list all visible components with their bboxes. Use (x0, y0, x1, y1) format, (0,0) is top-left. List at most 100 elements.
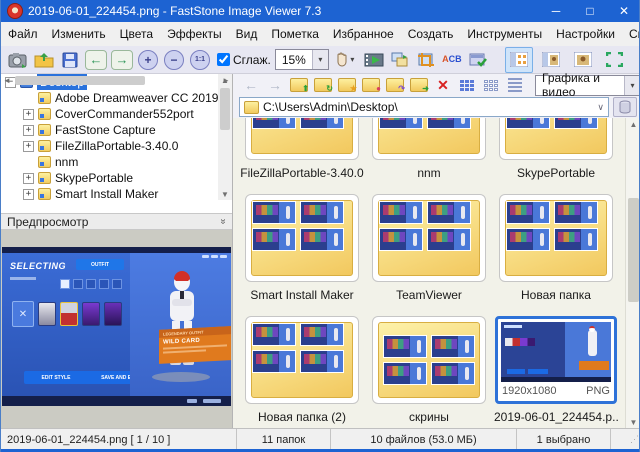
tree-item[interactable]: + Smart Install Maker (1, 186, 219, 200)
acquire-button[interactable] (5, 48, 31, 72)
thumbnail-card[interactable] (499, 118, 613, 160)
thumbnail-item[interactable]: Новая папка (494, 194, 618, 302)
thumbnail-item[interactable]: 1920x1080 PNG 2019-06-01_224454.p... (494, 316, 618, 424)
big-folder-icon (378, 118, 480, 154)
close-button[interactable]: ✕ (607, 0, 640, 22)
tree-vscrollbar[interactable]: ▲ ▼ (218, 74, 232, 200)
hand-icon (335, 52, 349, 67)
expander-icon[interactable]: + (23, 189, 34, 200)
scroll-up-icon[interactable]: ▲ (626, 118, 640, 130)
tree-item[interactable]: + CoverCommander552port (1, 106, 219, 122)
menu-item[interactable]: Избранное (326, 24, 401, 44)
file-filter-combobox[interactable]: Графика и видео ▾ (535, 75, 640, 96)
menu-item[interactable]: Справка (622, 24, 640, 44)
expander-icon[interactable]: + (23, 173, 34, 184)
tree-item[interactable]: + SkypePortable (1, 170, 219, 186)
recycle-bin-button[interactable] (613, 97, 637, 117)
open-folder-button[interactable] (31, 48, 57, 72)
tree-item[interactable]: + FastStone Capture (1, 122, 219, 138)
smooth-checkbox[interactable] (217, 53, 230, 66)
thumbnail-card[interactable] (372, 194, 486, 282)
thumbnail-item[interactable]: nnm (367, 118, 491, 180)
address-dropdown-icon[interactable]: ∨ (597, 102, 604, 113)
thumbnail-vscrollbar[interactable]: ▲ ▼ (625, 118, 640, 428)
menu-item[interactable]: Инструменты (460, 24, 549, 44)
actual-size-button[interactable]: 1:1 (187, 48, 213, 72)
address-input[interactable]: C:\Users\Admin\Desktop\ ∨ (239, 97, 609, 117)
thumbnail-browser: FileZillaPortable-3.40.0 (233, 118, 640, 428)
image-tab-icons (60, 279, 122, 289)
refresh-folder-button[interactable]: ↻ (311, 75, 335, 95)
menu-item[interactable]: Вид (229, 24, 265, 44)
thumbnail-view-button[interactable] (455, 75, 479, 95)
view-split-button[interactable] (537, 47, 565, 73)
expander-icon[interactable]: + (23, 109, 34, 120)
thumbnail-item[interactable]: FileZillaPortable-3.40.0 (240, 118, 364, 180)
delete-button[interactable]: ✕ (431, 75, 455, 95)
tag-folder-button[interactable]: ● (359, 75, 383, 95)
zoom-dropdown-icon[interactable]: ▾ (312, 50, 328, 69)
preview-panel-header[interactable]: Предпросмотр » (1, 213, 232, 230)
favorites-folder-button[interactable]: ★ (335, 75, 359, 95)
view-browser-button[interactable] (505, 47, 533, 73)
folder-up-button[interactable]: ⬆ (287, 75, 311, 95)
minimize-button[interactable]: ─ (539, 0, 573, 22)
crop-button[interactable] (413, 48, 439, 72)
scroll-down-icon[interactable]: ▼ (218, 188, 232, 200)
compare-button[interactable] (387, 48, 413, 72)
menu-item[interactable]: Эффекты (160, 24, 229, 44)
thumbnail-card[interactable] (245, 194, 359, 282)
thumbnail-item[interactable]: SkypePortable (494, 118, 618, 180)
thumbnail-item[interactable]: Новая папка (2) (240, 316, 364, 424)
copy-to-folder-button[interactable]: ↷ (383, 75, 407, 95)
move-to-folder-button[interactable]: ➜ (407, 75, 431, 95)
list-view-button[interactable] (503, 75, 527, 95)
menu-item[interactable]: Создать (401, 24, 461, 44)
zoom-in-button[interactable]: + (135, 48, 161, 72)
filter-dropdown-icon[interactable]: ▾ (624, 76, 640, 95)
nav-forward-button[interactable]: → (263, 75, 287, 95)
zoom-combobox[interactable]: 15% ▾ (275, 49, 329, 70)
thumbnail-card[interactable] (372, 118, 486, 160)
maximize-button[interactable]: □ (573, 0, 607, 22)
expander-icon[interactable]: + (23, 125, 34, 136)
next-image-button[interactable]: → (109, 48, 135, 72)
hand-dropdown-icon[interactable]: ▾ (350, 55, 354, 64)
zoom-out-button[interactable]: − (161, 48, 187, 72)
batch-rename-button[interactable]: ACB (439, 48, 465, 72)
menu-item[interactable]: Файл (1, 24, 45, 44)
thumbnail-card[interactable]: 1920x1080 PNG (495, 316, 617, 404)
tree-item[interactable]: Adobe Dreamweaver CC 2019 19.1.0 (1, 90, 219, 106)
resize-grip[interactable]: ⋰ (611, 429, 640, 450)
big-folder-icon (378, 322, 480, 398)
thumbnail-card[interactable] (372, 316, 486, 404)
menu-item[interactable]: Изменить (45, 24, 113, 44)
thumbnail-item[interactable]: скрины (367, 316, 491, 424)
thumbnail-card[interactable] (499, 194, 613, 282)
view-fullwindow-button[interactable] (569, 47, 597, 73)
batch-convert-button[interactable] (465, 48, 491, 72)
grid-view-icon (460, 80, 474, 91)
tree-item[interactable]: nnm (1, 154, 219, 170)
scroll-left-icon[interactable]: ◄ (1, 74, 13, 87)
thumbnail-card[interactable] (245, 118, 359, 160)
expander-icon[interactable]: + (23, 141, 34, 152)
nav-back-button[interactable]: ← (239, 75, 263, 95)
thumbnail-item[interactable]: Smart Install Maker (240, 194, 364, 302)
tree-item-label: nnm (55, 155, 78, 169)
tree-item[interactable]: + FileZillaPortable-3.40.0 (1, 138, 219, 154)
fullscreen-button[interactable] (601, 47, 629, 73)
scroll-right-icon[interactable]: ► (220, 74, 232, 87)
thumbnail-card[interactable] (245, 316, 359, 404)
menu-item[interactable]: Пометка (264, 24, 326, 44)
detail-view-button[interactable] (479, 75, 503, 95)
save-button[interactable] (57, 48, 83, 72)
prev-image-button[interactable]: ← (83, 48, 109, 72)
menu-item[interactable]: Цвета (113, 24, 160, 44)
thumbnail-item[interactable]: TeamViewer (367, 194, 491, 302)
collapse-chevron-icon[interactable]: » (218, 219, 229, 225)
menu-item[interactable]: Настройки (549, 24, 622, 44)
hand-tool-button[interactable]: ▾ (329, 48, 361, 72)
scroll-down-icon[interactable]: ▼ (626, 416, 640, 428)
slideshow-button[interactable] (361, 48, 387, 72)
